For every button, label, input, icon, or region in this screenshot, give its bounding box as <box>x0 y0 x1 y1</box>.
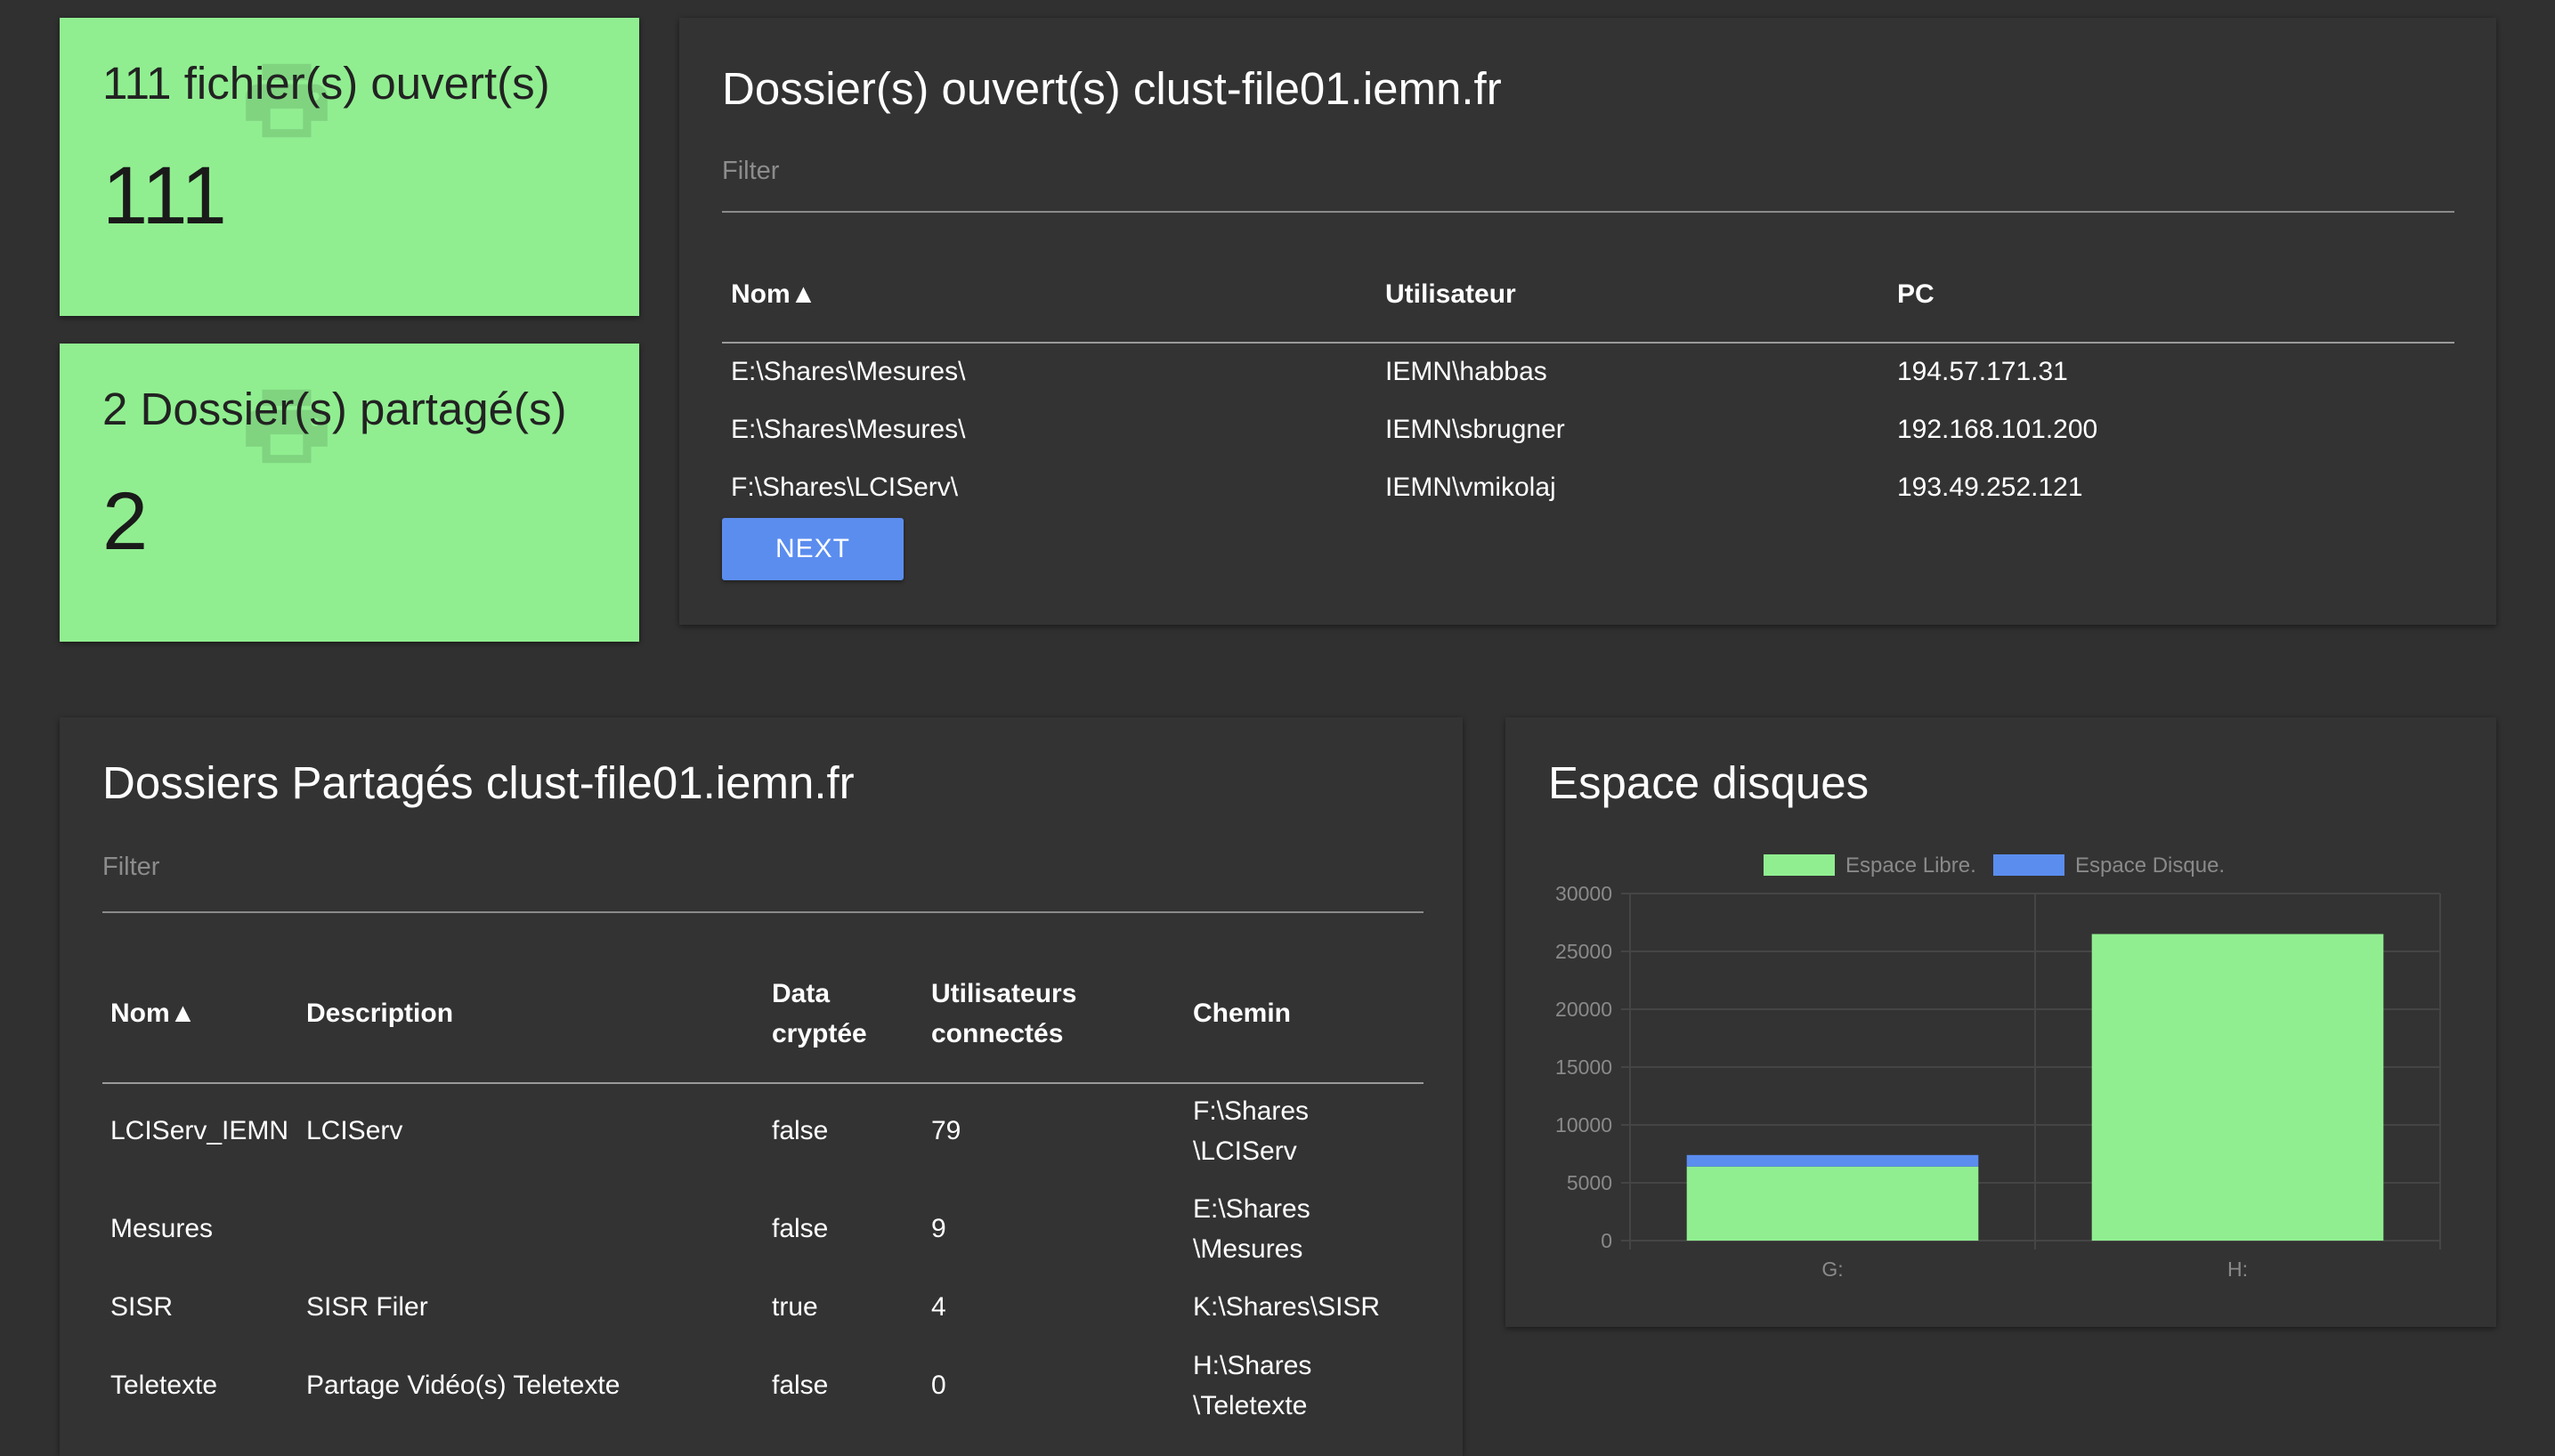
table-cell-nom: E:\Shares\Mesures\ <box>731 415 966 444</box>
table-cell-path: F:\Shares \LCIServ <box>1193 1091 1309 1171</box>
table-cell-crypted: false <box>772 1371 829 1400</box>
open-files-title: Dossier(s) ouvert(s) clust-file01.iemn.f… <box>722 63 1502 114</box>
column-header-chemin[interactable]: Chemin <box>1193 993 1291 1033</box>
table-cell-crypted: false <box>772 1116 829 1145</box>
shared-folders-filter-input[interactable]: Filter <box>102 853 1424 897</box>
path-line1: F:\Shares <box>1193 1096 1310 1126</box>
legend-swatch <box>1993 854 2064 876</box>
x-tick-label: H: <box>2227 1258 2248 1281</box>
path-line2: \LCIServ <box>1193 1136 1297 1166</box>
disk-space-chart: Espace Libre. Espace Disque. 0 5000 10000 150… <box>1555 853 2441 1281</box>
table-cell-pc: 194.57.171.31 <box>1897 357 2068 386</box>
open-files-stat-card: 111 fichier(s) ouvert(s) 111 <box>60 18 639 316</box>
column-header-utilisateur[interactable]: Utilisateur <box>1385 274 1516 314</box>
column-header-data-cryptee[interactable]: Data cryptée <box>772 974 867 1054</box>
table-cell-users: 79 <box>931 1116 961 1145</box>
legend-label: Espace Disque. <box>2075 853 2225 878</box>
disk-space-card: Espace disques Espace Libre. Espace Disqu… <box>1505 717 2496 1327</box>
table-cell-description: Partage Vidéo(s) Teletexte <box>306 1371 620 1400</box>
table-cell-description: SISR Filer <box>306 1292 428 1322</box>
table-cell-users: 9 <box>931 1214 946 1243</box>
shared-folders-card: Dossiers Partagés clust-file01.iemn.fr F… <box>60 717 1463 1456</box>
open-files-label: 111 fichier(s) ouvert(s) <box>102 58 550 109</box>
y-tick-label: 10000 <box>1555 1113 1612 1136</box>
open-files-count: 111 <box>102 150 227 241</box>
y-tick-label: 5000 <box>1567 1171 1612 1194</box>
table-cell-nom: LCIServ_IEMN <box>110 1116 289 1145</box>
y-tick-label: 20000 <box>1555 998 1612 1021</box>
table-cell-path: H:\Shares \Teletexte <box>1193 1346 1311 1426</box>
y-tick-label: 25000 <box>1555 940 1612 963</box>
column-header-description[interactable]: Description <box>306 993 453 1033</box>
shared-folders-label: 2 Dossier(s) partagé(s) <box>102 384 567 434</box>
table-cell-nom: Mesures <box>110 1214 214 1243</box>
path-line2: \Teletexte <box>1193 1391 1308 1420</box>
path-line2: \Mesures <box>1193 1234 1303 1264</box>
table-cell-nom: F:\Shares\LCIServ\ <box>731 473 959 502</box>
shared-folders-stat-card: 2 Dossier(s) partagé(s) 2 <box>60 344 639 642</box>
bar <box>2091 934 2384 1241</box>
column-header-data-line2: cryptée <box>772 1019 867 1048</box>
table-header-divider <box>102 1082 1424 1084</box>
table-cell-path: K:\Shares\SISR <box>1193 1287 1380 1327</box>
table-cell-nom: SISR <box>110 1292 174 1322</box>
path-line1: K:\Shares\SISR <box>1193 1292 1381 1322</box>
table-cell-description: LCIServ <box>306 1116 403 1145</box>
table-cell-utilisateur: IEMN\vmikolaj <box>1385 473 1556 502</box>
path-line1: E:\Shares <box>1193 1194 1310 1224</box>
open-files-card: Dossier(s) ouvert(s) clust-file01.iemn.f… <box>679 18 2496 625</box>
column-header-utilisateurs-connectes[interactable]: Utilisateurs connectés <box>931 974 1076 1054</box>
disk-space-title: Espace disques <box>1548 757 1870 808</box>
column-header-data-line1: Data <box>772 979 831 1008</box>
bar <box>1686 1166 1979 1241</box>
table-cell-utilisateur: IEMN\habbas <box>1385 357 1547 386</box>
y-tick-label: 0 <box>1601 1229 1612 1252</box>
column-header-users-line2: connectés <box>931 1019 1064 1048</box>
column-header-nom[interactable]: Nom▲ <box>110 993 196 1033</box>
shared-folders-title: Dossiers Partagés clust-file01.iemn.fr <box>102 757 855 808</box>
column-header-pc[interactable]: PC <box>1897 274 1934 314</box>
table-cell-crypted: true <box>772 1292 818 1322</box>
table-cell-path: E:\Shares \Mesures <box>1193 1189 1310 1269</box>
shared-folders-count: 2 <box>102 476 149 567</box>
path-line1: H:\Shares <box>1193 1351 1312 1380</box>
open-files-filter-input[interactable]: Filter <box>722 157 2454 201</box>
legend-label: Espace Libre. <box>1845 853 1976 878</box>
table-cell-nom: E:\Shares\Mesures\ <box>731 357 966 386</box>
table-cell-users: 4 <box>931 1292 946 1322</box>
y-tick-label: 15000 <box>1555 1056 1612 1079</box>
table-cell-nom: Teletexte <box>110 1371 218 1400</box>
table-cell-utilisateur: IEMN\sbrugner <box>1385 415 1565 444</box>
legend-swatch <box>1764 854 1835 876</box>
table-header-divider <box>722 342 2454 344</box>
table-cell-pc: 192.168.101.200 <box>1897 415 2098 444</box>
shared-folders-filter-underline <box>102 911 1424 913</box>
column-header-nom[interactable]: Nom▲ <box>731 274 816 314</box>
column-header-users-line1: Utilisateurs <box>931 979 1077 1008</box>
next-button[interactable]: NEXT <box>722 518 904 580</box>
open-files-filter-underline <box>722 211 2454 213</box>
table-cell-pc: 193.49.252.121 <box>1897 473 2083 502</box>
table-cell-users: 0 <box>931 1371 946 1400</box>
bar <box>1686 1154 1979 1167</box>
table-cell-crypted: false <box>772 1214 829 1243</box>
x-tick-label: G: <box>1821 1258 1843 1281</box>
y-tick-label: 30000 <box>1555 882 1612 905</box>
